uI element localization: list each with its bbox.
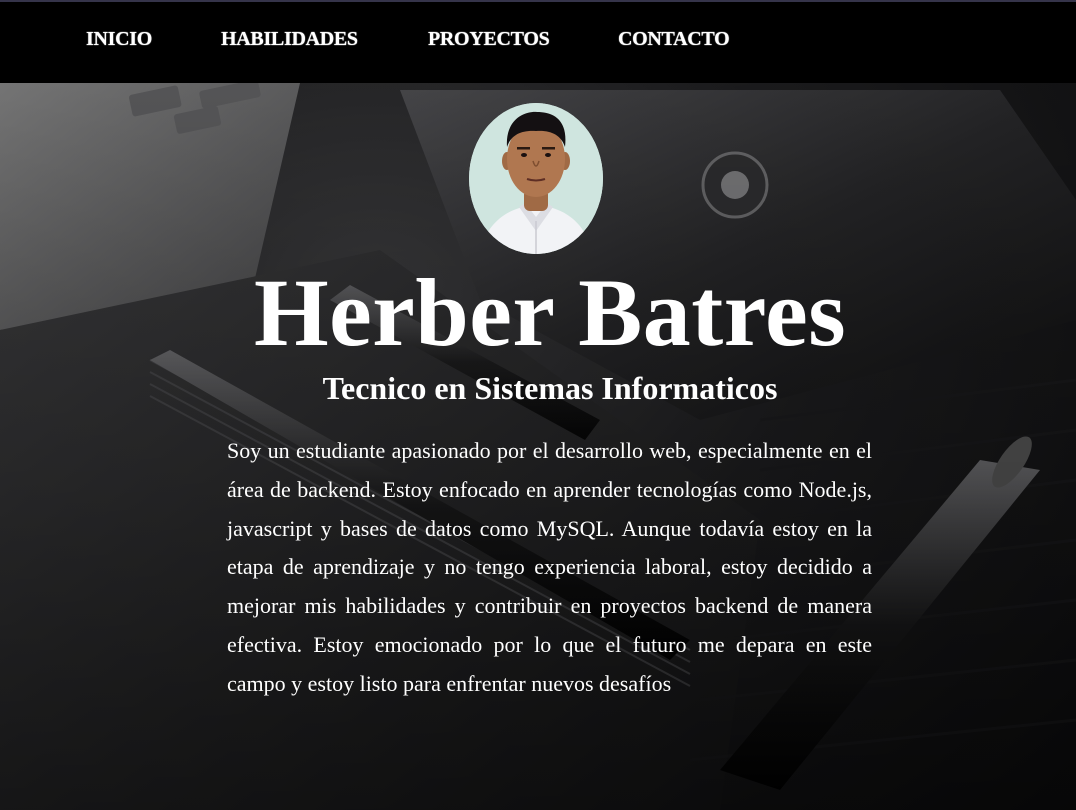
- navbar: INICIO HABILIDADES PROYECTOS CONTACTO: [0, 2, 1076, 83]
- avatar: [469, 103, 603, 254]
- bio-paragraph: Soy un estudiante apasionado por el desa…: [227, 438, 872, 696]
- page-subtitle: Tecnico en Sistemas Informaticos: [322, 370, 778, 406]
- page-title: Herber Batres: [253, 259, 847, 366]
- profile-photo: [469, 103, 603, 254]
- nav-link-inicio[interactable]: INICIO: [86, 28, 152, 51]
- nav-link-habilidades[interactable]: HABILIDADES: [221, 28, 358, 51]
- nav-link-contacto[interactable]: CONTACTO: [618, 28, 730, 51]
- nav-link-proyectos[interactable]: PROYECTOS: [428, 28, 550, 51]
